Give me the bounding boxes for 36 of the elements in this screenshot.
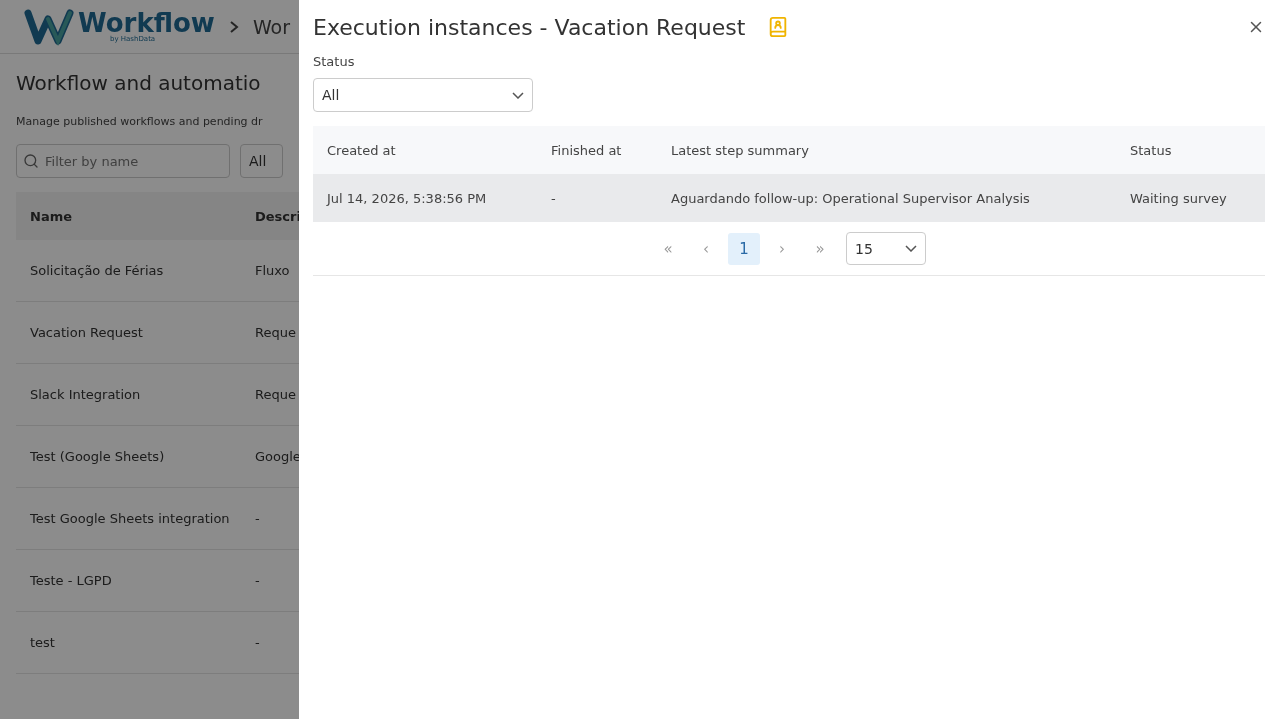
logo-icon [24,6,74,47]
search-icon [23,153,39,169]
column-header: Latest step summary [657,126,1116,174]
last-page-button[interactable]: » [804,232,836,265]
next-page-button[interactable]: › [766,232,798,265]
page-size-select[interactable]: 15 [846,232,926,265]
filter-field[interactable]: Filter by name [16,144,230,178]
workflow-name[interactable]: Slack Integration [16,364,241,426]
chevron-down-icon [905,245,917,252]
status-select[interactable]: All [313,78,533,112]
status-label: Status [313,54,356,69]
column-header: Created at [313,126,537,174]
column-header: Status [1116,126,1265,174]
breadcrumb-link[interactable]: Wor [252,15,290,38]
workflow-name[interactable]: Vacation Request [16,302,241,364]
page-subtitle: Manage published workflows and pending dr [16,114,264,130]
page-button[interactable]: 1 [728,232,760,265]
column-header: Descri [241,192,299,240]
column-header: Name [16,192,241,240]
logo-name: Workflow [78,10,215,36]
column-header: Finished at [537,126,657,174]
workflow-name[interactable]: Test Google Sheets integration [16,488,241,550]
chevron-down-icon [512,91,524,99]
table-cell: Waiting survey [1116,174,1265,222]
workflow-name[interactable]: Solicitação de Férias [16,240,241,302]
table-cell: Aguardando follow-up: Operational Supervisor Analysis [657,174,1116,222]
table-cell: Jul 14, 2026, 5:38:56 PM [313,174,537,222]
previous-page-button[interactable]: ‹ [690,232,722,265]
table-cell: - [537,174,657,222]
type-select[interactable]: All [240,144,283,178]
workflow-name[interactable]: test [16,612,241,674]
page-title: Workflow and automatio [16,70,262,96]
drawer-title: Execution instances - Vacation Request [313,14,746,40]
workflow-name[interactable]: Test (Google Sheets) [16,426,241,488]
workflow-name[interactable]: Teste - LGPD [16,550,241,612]
first-page-button[interactable]: « [652,232,684,265]
